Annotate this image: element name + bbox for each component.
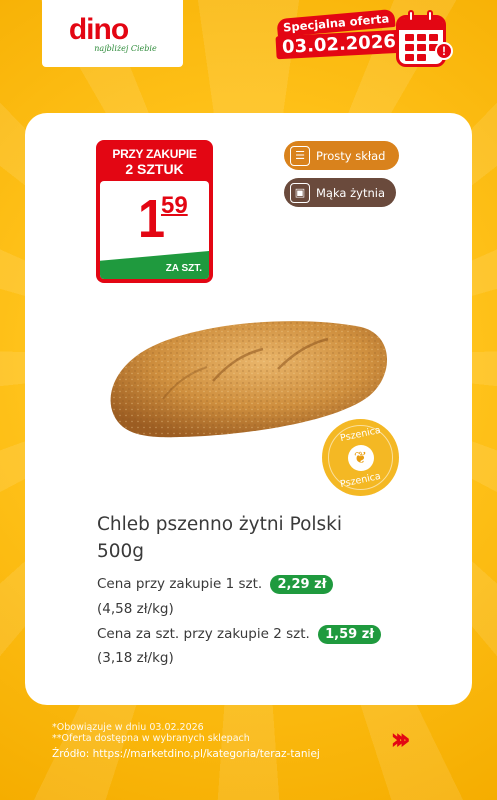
wheat-seal: Pszenica ❦ Pszenica [322,419,399,496]
product-title: Chleb pszenno żytni Polski 500g [97,511,427,565]
product-name: Chleb pszenno żytni Polski [97,514,343,535]
price-body: 1 59 ZA SZT. [100,181,209,279]
logo-tagline: najbliżej Ciebie [94,43,157,53]
promo-price: 1 59 [138,189,188,249]
price-double-row: Cena za szt. przy zakupie 2 szt. 1,59 zł [97,625,382,644]
price-single-label: Cena przy zakupie 1 szt. [97,576,263,592]
flour-icon: ▣ [290,182,310,203]
price-single-per-kg: (4,58 zł/kg) [97,601,174,617]
badge-label: Mąka żytnia [316,185,386,200]
footer-note-date: *Obowiązuje w dniu 03.02.2026 [52,722,204,733]
dino-logo[interactable]: dino najbliżej Ciebie [42,0,183,67]
badge-simple-ingredients: ☰ Prosty skład [284,141,399,170]
price-unit: ZA SZT. [165,263,202,274]
footer-notes: *Obowiązuje w dniu 03.02.2026 **Oferta d… [52,722,320,760]
exclamation-icon: ! [435,42,453,60]
price-double-label: Cena za szt. przy zakupie 2 szt. [97,626,310,642]
badge-label: Prosty skład [316,148,386,163]
price-condition: PRZY ZAKUPIE 2 SZTUK [112,147,197,177]
price-decimal: 59 [161,192,188,219]
price-single-row: Cena przy zakupie 1 szt. 2,29 zł [97,575,334,594]
logo-wordmark: dino [68,12,129,46]
product-card: PRZY ZAKUPIE 2 SZTUK 1 59 ZA SZT. ☰ Pros… [25,113,472,705]
price-double-per-kg: (3,18 zł/kg) [97,650,174,666]
product-weight: 500g [97,541,145,562]
footer-source-link[interactable]: Źródło: https://marketdino.pl/kategoria/… [52,748,320,760]
price-double-value: 1,59 zł [318,625,382,644]
next-arrows-icon[interactable]: › › › [390,725,412,755]
price-integer: 1 [138,189,165,249]
badge-rye-flour: ▣ Mąka żytnia [284,178,396,207]
footer-note-availability: **Oferta dostępna w wybranych sklepach [52,733,250,744]
price-single-value: 2,29 zł [270,575,334,594]
ingredients-icon: ☰ [290,145,310,166]
offer-header: Specjalna oferta 03.02.2026 [275,8,403,60]
calendar-alert-icon: ! [396,10,453,67]
price-tag: PRZY ZAKUPIE 2 SZTUK 1 59 ZA SZT. [96,140,213,283]
